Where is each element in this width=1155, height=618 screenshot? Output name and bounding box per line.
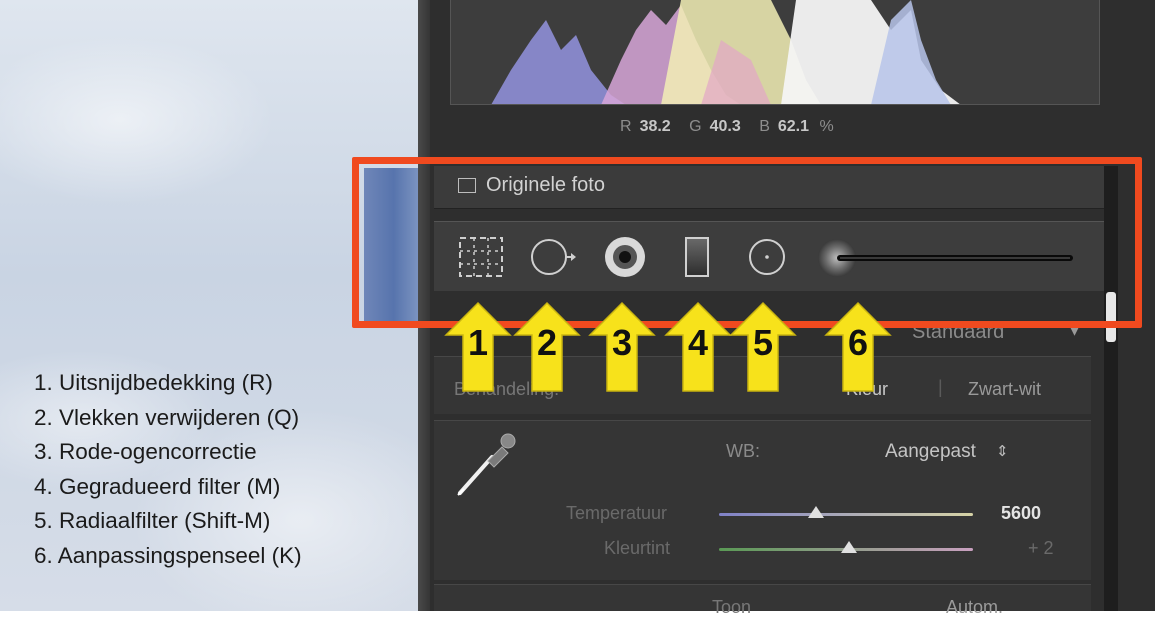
wb-label: WB: — [726, 441, 760, 461]
g-value: 40.3 — [709, 118, 741, 135]
b-label: B — [759, 118, 770, 135]
legend-item: 5. Radiaalfilter (Shift-M) — [34, 508, 271, 533]
temperature-track[interactable] — [719, 513, 973, 516]
tint-value[interactable]: + 2 — [1028, 538, 1054, 559]
arrow-number: 4 — [687, 322, 709, 363]
legend-item: 4. Gegradueerd filter (M) — [34, 473, 281, 499]
toggle-divider: | — [938, 377, 943, 397]
r-value: 38.2 — [639, 118, 671, 135]
arrow-number: 5 — [752, 322, 774, 363]
temperature-label: Temperatuur — [566, 503, 668, 523]
tint-thumb[interactable] — [840, 541, 857, 553]
legend-item: 6. Aanpassingspenseel (K) — [34, 542, 302, 568]
tone-label: Toon — [712, 597, 752, 617]
auto-tone-button[interactable]: Autom. — [946, 597, 1003, 618]
histogram[interactable] — [450, 0, 1100, 105]
legend-item: 1. Uitsnijdbedekking (R) — [34, 370, 273, 395]
tone-section: Toon Autom. — [434, 584, 1091, 617]
g-label: G — [689, 118, 702, 135]
tint-label: Kleurtint — [604, 538, 671, 558]
b-value: 62.1 — [777, 118, 810, 135]
arrow-number: 1 — [467, 322, 489, 363]
arrow-number: 2 — [536, 322, 558, 363]
white-balance-section: WB: Aangepast ⇕ Temperatuur 5600 Kleurti… — [434, 420, 1091, 580]
legend-item: 2. Vlekken verwijderen (Q) — [34, 404, 300, 430]
percent-unit: % — [819, 118, 834, 135]
arrow-number: 3 — [611, 322, 633, 363]
select-arrow-icon[interactable]: ⇕ — [996, 442, 1009, 460]
legend-item: 3. Rode-ogencorrectie — [34, 439, 257, 464]
wb-preset-select[interactable]: Aangepast — [885, 441, 976, 463]
temperature-thumb[interactable] — [807, 506, 824, 518]
tool-legend: 1. Uitsnijdbedekking (R) 2. Vlekken verw… — [34, 366, 302, 573]
eyedropper-icon[interactable] — [450, 429, 520, 503]
bw-toggle[interactable]: Zwart-wit — [968, 379, 1041, 400]
r-label: R — [620, 118, 632, 135]
arrow-number: 6 — [847, 322, 869, 363]
rgb-readout: R 38.2 G 40.3 B 62.1 % — [620, 118, 834, 136]
temperature-value[interactable]: 5600 — [1001, 503, 1041, 524]
